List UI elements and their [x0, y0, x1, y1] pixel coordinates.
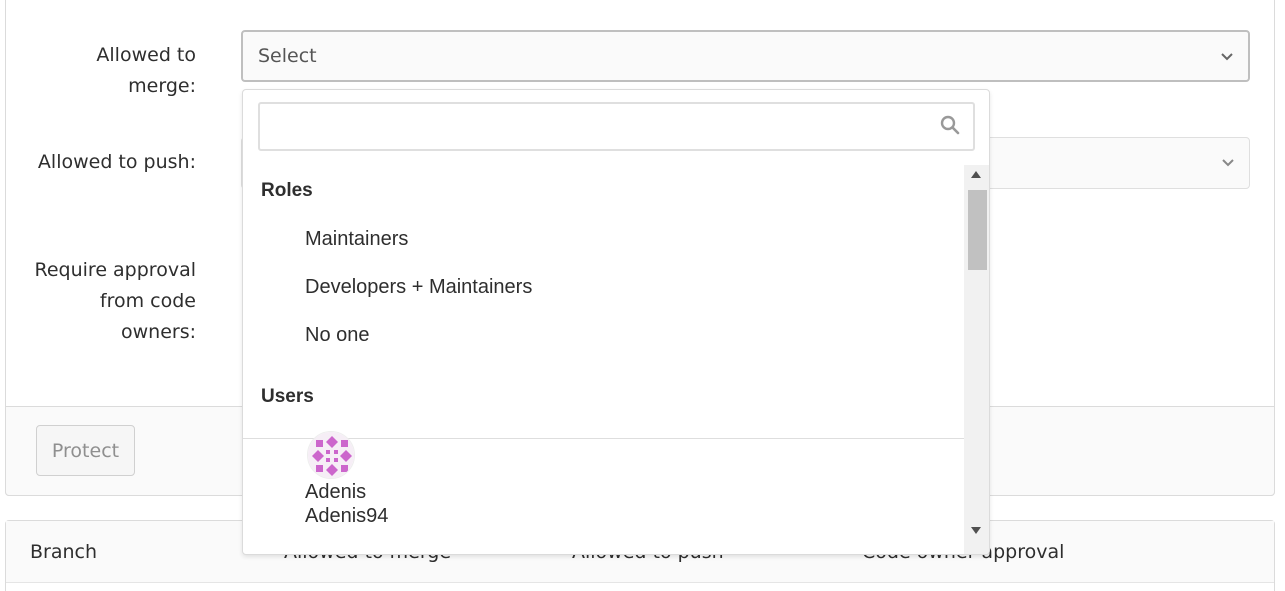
- role-option-developers-maintainers[interactable]: Developers + Maintainers: [305, 276, 532, 299]
- scrollbar-thumb[interactable]: [968, 190, 987, 270]
- allowed-to-merge-label: Allowed to merge:: [96, 44, 196, 97]
- protect-button[interactable]: Protect: [36, 425, 135, 476]
- allowed-to-push-label: Allowed to push:: [37, 151, 196, 173]
- scroll-up-icon[interactable]: [971, 171, 981, 178]
- dropdown-scrollbar[interactable]: [964, 165, 989, 554]
- chevron-down-icon: [1222, 159, 1234, 167]
- merge-access-dropdown: Roles Maintainers Developers + Maintaine…: [242, 89, 990, 555]
- user-avatar: [307, 431, 355, 479]
- user-option-name[interactable]: Adenis: [305, 481, 366, 504]
- allowed-to-merge-select[interactable]: Select: [241, 30, 1250, 82]
- role-option-no-one[interactable]: No one: [305, 324, 370, 347]
- dropdown-list: Roles Maintainers Developers + Maintaine…: [243, 165, 964, 554]
- user-option-username[interactable]: Adenis94: [305, 505, 388, 528]
- chevron-down-icon: [1221, 53, 1233, 61]
- roles-header: Roles: [261, 180, 313, 201]
- dropdown-divider: [243, 438, 964, 439]
- users-header: Users: [261, 386, 314, 407]
- code-owner-approval-label: Require approval from code owners:: [34, 259, 197, 343]
- column-header-branch: Branch: [30, 541, 98, 563]
- dropdown-search-input[interactable]: [258, 102, 975, 151]
- scroll-down-icon[interactable]: [971, 527, 981, 534]
- merge-select-placeholder: Select: [258, 45, 317, 67]
- search-icon: [940, 115, 960, 135]
- role-option-maintainers[interactable]: Maintainers: [305, 228, 408, 251]
